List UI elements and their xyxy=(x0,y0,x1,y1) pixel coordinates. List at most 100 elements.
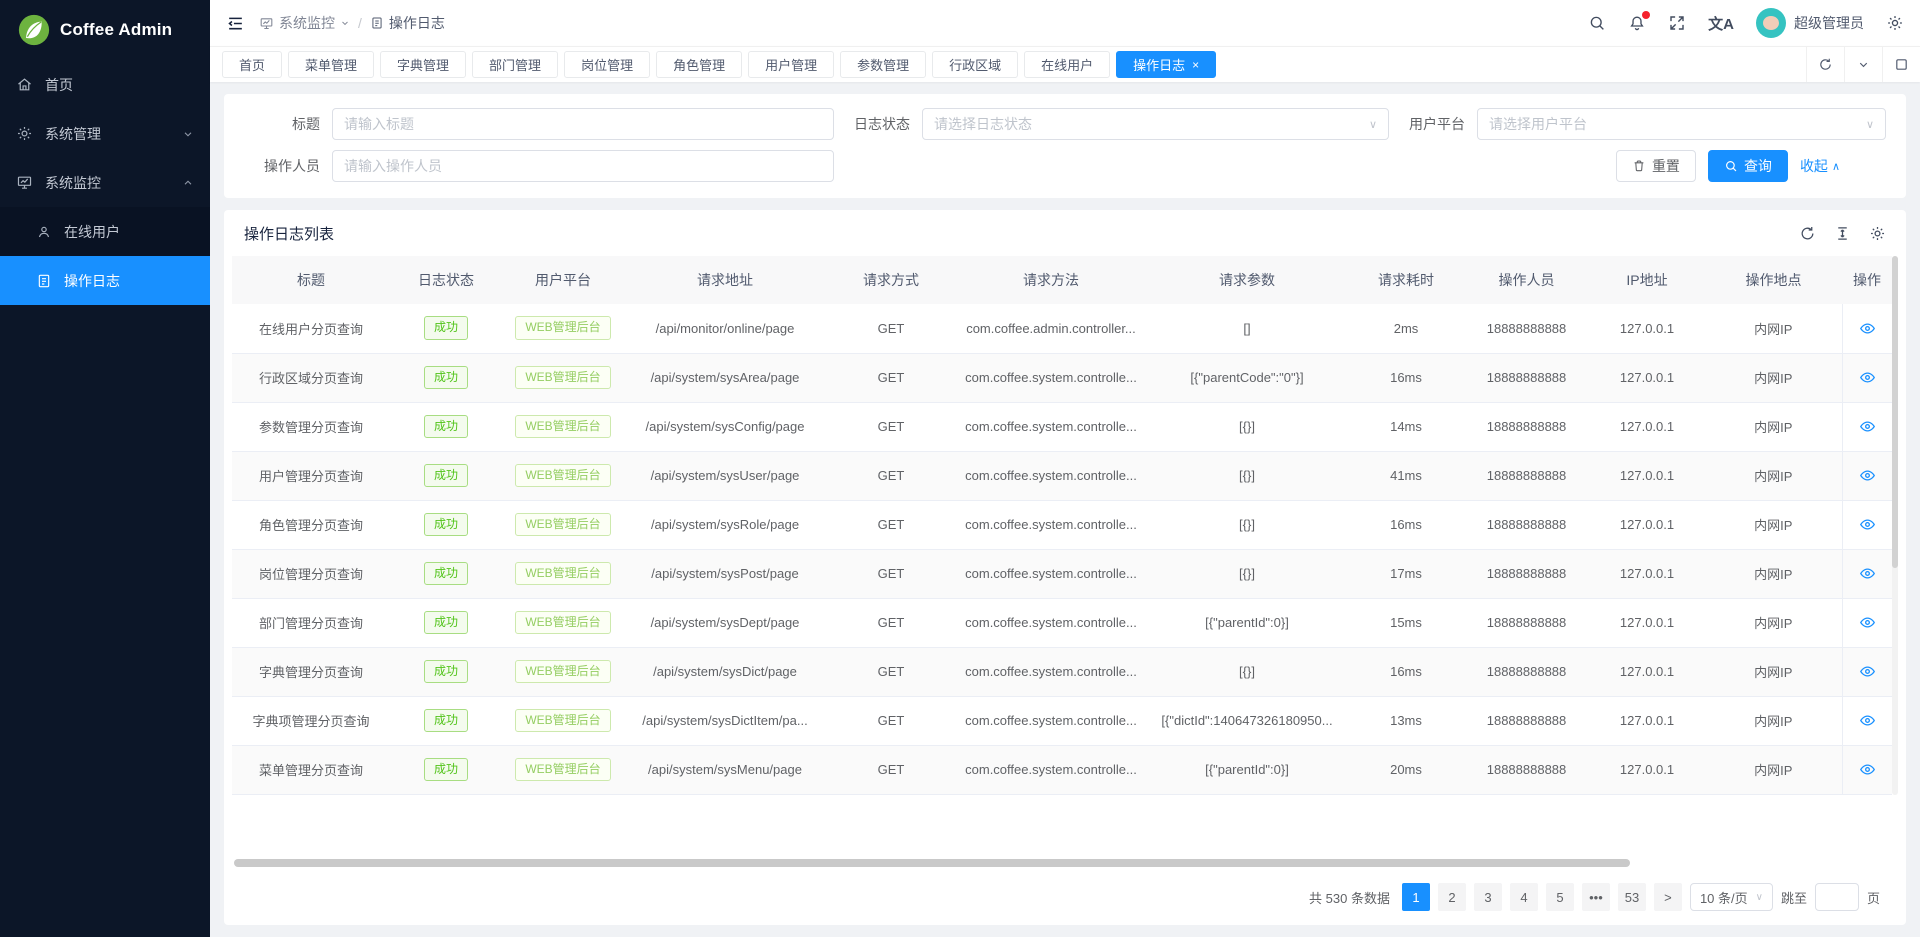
cell-location: 内网IP xyxy=(1705,549,1842,598)
page-tab[interactable]: 岗位管理 xyxy=(564,51,650,78)
page-tab[interactable]: 菜单管理 xyxy=(288,51,374,78)
cell-request-params: [{}] xyxy=(1146,549,1348,598)
cell-log-status: 成功 xyxy=(390,696,502,745)
next-page-button[interactable]: > xyxy=(1654,883,1682,911)
sidebar-item-system-manage[interactable]: 系统管理 xyxy=(0,109,210,158)
cell-log-status: 成功 xyxy=(390,549,502,598)
operator-input[interactable] xyxy=(332,150,834,182)
view-detail-eye-icon[interactable] xyxy=(1859,418,1876,435)
page-button[interactable]: 53 xyxy=(1618,883,1646,911)
operator-label: 操作人员 xyxy=(244,156,332,176)
sidebar-item-operation-log[interactable]: 操作日志 xyxy=(0,256,210,305)
sidebar-item-online-users[interactable]: 在线用户 xyxy=(0,207,210,256)
app-logo[interactable]: Coffee Admin xyxy=(0,0,210,60)
cell-platform: WEB管理后台 xyxy=(502,353,624,402)
cell-request-method: GET xyxy=(826,304,956,353)
chevron-down-icon xyxy=(340,18,350,28)
sidebar-item-label: 操作日志 xyxy=(64,271,120,291)
sidebar-item-label: 在线用户 xyxy=(64,222,120,242)
page-button[interactable]: 4 xyxy=(1510,883,1538,911)
table-row: 在线用户分页查询 成功 WEB管理后台 /api/monitor/online/… xyxy=(232,304,1892,353)
user-platform-select[interactable]: 请选择用户平台 ∨ xyxy=(1477,108,1886,140)
page-tab[interactable]: 首页 xyxy=(222,51,282,78)
refresh-icon[interactable] xyxy=(1806,47,1844,82)
page-tab[interactable]: 角色管理 xyxy=(656,51,742,78)
cell-title: 行政区域分页查询 xyxy=(232,353,390,402)
platform-badge: WEB管理后台 xyxy=(515,709,610,733)
card-title: 操作日志列表 xyxy=(244,223,334,244)
view-detail-eye-icon[interactable] xyxy=(1859,712,1876,729)
page-size-select[interactable]: 10 条/页 ∨ xyxy=(1690,883,1773,911)
page-tab[interactable]: 部门管理 xyxy=(472,51,558,78)
table-row: 字典管理分页查询 成功 WEB管理后台 /api/system/sysDict/… xyxy=(232,647,1892,696)
log-document-icon xyxy=(36,273,52,289)
cell-request-handler: com.coffee.system.controlle... xyxy=(956,647,1146,696)
page-button[interactable]: ••• xyxy=(1582,883,1610,911)
jump-to-page-input[interactable] xyxy=(1815,883,1859,911)
view-detail-eye-icon[interactable] xyxy=(1859,320,1876,337)
cell-log-status: 成功 xyxy=(390,451,502,500)
page-tabs: 首页 菜单管理 字典管理 部门管理 岗位管理 角色管理 用户管理 参数管理 行政… xyxy=(222,51,1116,78)
page-tab[interactable]: 在线用户 xyxy=(1024,51,1110,78)
column-settings-gear-icon[interactable] xyxy=(1869,225,1886,242)
cell-operator: 18888888888 xyxy=(1464,500,1589,549)
page-button[interactable]: 2 xyxy=(1438,883,1466,911)
column-header: 标题 xyxy=(232,256,390,304)
horizontal-scrollbar-thumb[interactable] xyxy=(234,859,1630,867)
page-button[interactable]: 5 xyxy=(1546,883,1574,911)
user-menu[interactable]: 超级管理员 xyxy=(1756,8,1864,38)
collapse-filters-link[interactable]: 收起 ∧ xyxy=(1800,156,1840,176)
status-badge: 成功 xyxy=(424,316,468,340)
title-input[interactable] xyxy=(332,108,834,140)
sidebar-fold-icon[interactable] xyxy=(226,14,245,33)
cell-title: 部门管理分页查询 xyxy=(232,598,390,647)
cell-duration: 16ms xyxy=(1348,647,1464,696)
close-icon[interactable]: × xyxy=(1192,59,1199,71)
translate-icon[interactable]: 文A xyxy=(1708,13,1734,34)
sidebar-item-system-monitor[interactable]: 系统监控 xyxy=(0,158,210,207)
search-icon[interactable] xyxy=(1588,14,1606,32)
cell-platform: WEB管理后台 xyxy=(502,451,624,500)
cell-ip: 127.0.0.1 xyxy=(1589,402,1705,451)
log-document-icon xyxy=(370,16,384,30)
page-tab-active[interactable]: 操作日志 × xyxy=(1116,51,1216,78)
cell-platform: WEB管理后台 xyxy=(502,647,624,696)
view-detail-eye-icon[interactable] xyxy=(1859,467,1876,484)
row-density-icon[interactable] xyxy=(1834,225,1851,242)
table-row: 字典项管理分页查询 成功 WEB管理后台 /api/system/sysDict… xyxy=(232,696,1892,745)
vertical-scrollbar-thumb[interactable] xyxy=(1892,256,1898,568)
refresh-icon[interactable] xyxy=(1799,225,1816,242)
breadcrumb-parent[interactable]: 系统监控 xyxy=(259,13,350,33)
settings-gear-icon[interactable] xyxy=(1886,14,1904,32)
table-row: 岗位管理分页查询 成功 WEB管理后台 /api/system/sysPost/… xyxy=(232,549,1892,598)
page-button-active[interactable]: 1 xyxy=(1402,883,1430,911)
search-button[interactable]: 查询 xyxy=(1708,150,1788,182)
sidebar-item-home[interactable]: 首页 xyxy=(0,60,210,109)
cell-request-method: GET xyxy=(826,745,956,794)
cell-actions xyxy=(1842,353,1892,402)
page-tab[interactable]: 参数管理 xyxy=(840,51,926,78)
view-detail-eye-icon[interactable] xyxy=(1859,614,1876,631)
cell-ip: 127.0.0.1 xyxy=(1589,304,1705,353)
page-button[interactable]: 3 xyxy=(1474,883,1502,911)
chevron-up-icon: ∧ xyxy=(1832,160,1840,173)
view-detail-eye-icon[interactable] xyxy=(1859,761,1876,778)
view-detail-eye-icon[interactable] xyxy=(1859,663,1876,680)
cell-actions xyxy=(1842,598,1892,647)
view-detail-eye-icon[interactable] xyxy=(1859,516,1876,533)
view-detail-eye-icon[interactable] xyxy=(1859,565,1876,582)
column-header: 日志状态 xyxy=(390,256,502,304)
chevron-down-icon[interactable] xyxy=(1844,47,1882,82)
platform-badge: WEB管理后台 xyxy=(515,660,610,684)
log-status-select[interactable]: 请选择日志状态 ∨ xyxy=(922,108,1389,140)
fullscreen-icon[interactable] xyxy=(1668,14,1686,32)
page-tab[interactable]: 字典管理 xyxy=(380,51,466,78)
page-tab[interactable]: 行政区域 xyxy=(932,51,1018,78)
notification-bell-icon[interactable] xyxy=(1628,14,1646,32)
page-tab[interactable]: 用户管理 xyxy=(748,51,834,78)
reset-button[interactable]: 重置 xyxy=(1616,150,1696,182)
view-detail-eye-icon[interactable] xyxy=(1859,369,1876,386)
cell-actions xyxy=(1842,402,1892,451)
table-header-row: 标题日志状态用户平台请求地址请求方式请求方法请求参数请求耗时操作人员IP地址操作… xyxy=(232,256,1892,304)
maximize-icon[interactable] xyxy=(1882,47,1920,82)
